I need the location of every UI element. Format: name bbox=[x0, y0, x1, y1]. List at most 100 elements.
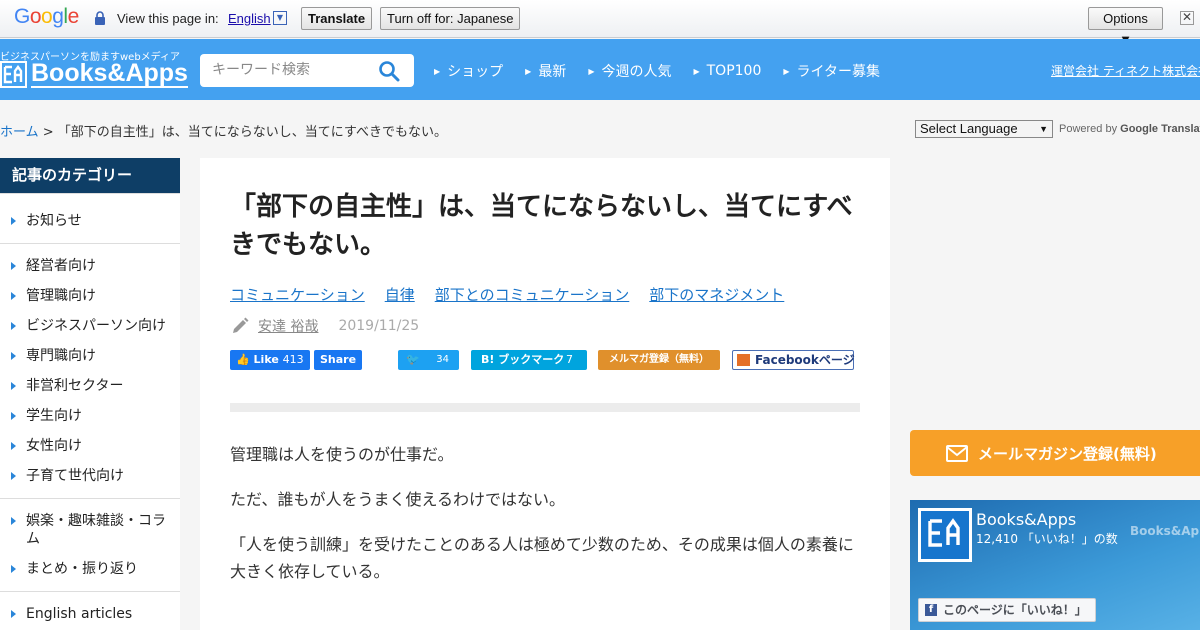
nav-item-shop[interactable]: ▶ ショップ bbox=[434, 61, 503, 81]
article-title: 「部下の自主性」は、当てにならないし、当てにすべきでもない。 bbox=[230, 192, 853, 260]
fb-cover-watermark: Books&Apps bbox=[1130, 524, 1200, 538]
lock-icon bbox=[95, 11, 105, 25]
article-meta: 安達 裕哉 2019/11/25 bbox=[230, 316, 419, 336]
translate-button[interactable]: Translate bbox=[301, 7, 373, 30]
search-input[interactable] bbox=[212, 54, 382, 85]
brand-name: Books&Apps bbox=[31, 59, 188, 88]
sidebar-item-business-persons[interactable]: ビジネスパーソン向け bbox=[0, 317, 180, 335]
caret-right-icon bbox=[11, 217, 16, 225]
divider bbox=[0, 243, 180, 244]
sidebar-item-nonprofit[interactable]: 非営利セクター bbox=[0, 377, 180, 395]
caret-right-icon bbox=[11, 262, 16, 270]
divider bbox=[0, 591, 180, 592]
flag-icon bbox=[737, 354, 750, 366]
article: 「部下の自主性」は、当てにならないし、当てにすべきでもない。 コミュニケーション… bbox=[200, 158, 890, 630]
sidebar-item-english[interactable]: English articles bbox=[0, 605, 180, 623]
options-button[interactable]: Options ▼ bbox=[1088, 7, 1163, 47]
caret-right-icon bbox=[11, 292, 16, 300]
site-header: ビジネスパーソンを励ますwebメディア Books&Apps ▶ショップ ▶最新… bbox=[0, 39, 1200, 100]
caret-right-icon bbox=[11, 565, 16, 573]
thumbs-up-icon: 👍 bbox=[236, 353, 250, 366]
sidebar-item-professionals[interactable]: 専門職向け bbox=[0, 347, 180, 365]
sidebar-item-students[interactable]: 学生向け bbox=[0, 407, 180, 425]
caret-right-icon: ▶ bbox=[783, 66, 790, 76]
breadcrumb-home-link[interactable]: ホーム bbox=[0, 125, 39, 140]
caret-right-icon: ▶ bbox=[525, 66, 532, 76]
twitter-button[interactable]: 🐦 34 bbox=[398, 350, 459, 370]
mail-icon bbox=[946, 444, 968, 462]
sidebar-item-summary[interactable]: まとめ・振り返り bbox=[0, 560, 180, 578]
article-paragraph: ただ、誰もが人をうまく使えるわけではない。 bbox=[230, 490, 566, 509]
divider bbox=[230, 403, 860, 412]
sidebar-item-parents[interactable]: 子育て世代向け bbox=[0, 467, 180, 485]
books-apps-logo-icon bbox=[921, 511, 969, 559]
publish-date: 2019/11/25 bbox=[338, 318, 420, 334]
fb-like-page-button[interactable]: f このページに「いいね！」 bbox=[918, 598, 1096, 622]
fb-like-count: 12,410 「いいね！」の数 bbox=[976, 532, 1118, 546]
nav-item-weekly-popular[interactable]: ▶ 今週の人気 bbox=[588, 61, 671, 81]
caret-right-icon bbox=[11, 412, 16, 420]
chevron-down-icon: ▼ bbox=[1039, 124, 1048, 134]
tag-link[interactable]: 部下のマネジメント bbox=[649, 284, 784, 305]
caret-right-icon bbox=[11, 517, 16, 525]
google-logo: Google bbox=[14, 5, 79, 28]
caret-right-icon bbox=[11, 322, 16, 330]
view-page-label: View this page in: bbox=[117, 11, 219, 26]
search-box bbox=[200, 54, 414, 87]
facebook-page-widget: Books&Apps 12,410 「いいね！」の数 Books&Apps fこ… bbox=[910, 500, 1200, 630]
breadcrumb-current: 「部下の自主性」は、当てにならないし、当てにすべきでもない。 bbox=[57, 125, 448, 140]
caret-right-icon: ▶ bbox=[588, 66, 595, 76]
sidebar-heading: 記事のカテゴリー bbox=[0, 158, 180, 193]
close-icon[interactable]: ✕ bbox=[1180, 11, 1194, 25]
tag-link[interactable]: 自律 bbox=[385, 284, 415, 305]
main-nav: ▶ ショップ ▶ 最新 ▶ 今週の人気 ▶ TOP100 ▶ ライター募集 bbox=[434, 61, 902, 81]
facebook-icon: f bbox=[925, 604, 937, 616]
sidebar-item-women[interactable]: 女性向け bbox=[0, 437, 180, 455]
language-select[interactable]: Select Language ▼ bbox=[915, 120, 1053, 138]
books-apps-logo-icon bbox=[0, 60, 27, 88]
powered-by-google: Powered by Google Translate bbox=[1059, 123, 1200, 135]
company-link[interactable]: 運営会社 ティネクト株式会社 bbox=[1051, 62, 1200, 79]
hatena-b-icon: B! bbox=[481, 353, 495, 366]
google-translate-bar: Google View this page in: English ▼ Tran… bbox=[0, 0, 1200, 47]
article-paragraph: 「人を使う訓練」を受けたことのある人は極めて少数のため、その成果は個人の素養に大… bbox=[230, 535, 854, 581]
caret-right-icon: ▶ bbox=[693, 66, 700, 76]
site-logo[interactable]: Books&Apps bbox=[0, 59, 188, 89]
divider bbox=[0, 193, 180, 194]
nav-item-writer-recruit[interactable]: ▶ ライター募集 bbox=[783, 61, 880, 81]
category-sidebar: 記事のカテゴリー お知らせ 経営者向け 管理職向け ビジネスパーソン向け 専門職… bbox=[0, 158, 180, 630]
turn-off-button[interactable]: Turn off for: Japanese bbox=[380, 7, 521, 30]
caret-right-icon bbox=[11, 610, 16, 618]
article-tags: コミュニケーション 自律 部下とのコミュニケーション 部下のマネジメント bbox=[230, 284, 804, 305]
sidebar-item-executives[interactable]: 経営者向け bbox=[0, 257, 180, 275]
sidebar-item-news[interactable]: お知らせ bbox=[0, 212, 180, 230]
sidebar-item-entertainment[interactable]: 娯楽・趣味雑談・コラム bbox=[0, 512, 170, 548]
language-dropdown-icon[interactable]: ▼ bbox=[273, 11, 287, 25]
caret-right-icon: ▶ bbox=[434, 66, 441, 76]
author-link[interactable]: 安達 裕哉 bbox=[258, 316, 318, 336]
facebook-share-button[interactable]: Share bbox=[314, 350, 362, 370]
facebook-page-button[interactable]: Facebookページ bbox=[732, 350, 855, 370]
divider bbox=[0, 498, 180, 499]
caret-right-icon bbox=[11, 352, 16, 360]
facebook-like-button[interactable]: 👍 Like 413 bbox=[230, 350, 310, 370]
pencil-icon bbox=[233, 317, 249, 333]
tag-link[interactable]: コミュニケーション bbox=[230, 284, 365, 305]
target-language-link[interactable]: English bbox=[228, 11, 271, 26]
breadcrumb: ホーム > 「部下の自主性」は、当てにならないし、当てにすべきでもない。 bbox=[0, 125, 448, 140]
nav-item-latest[interactable]: ▶ 最新 bbox=[525, 61, 566, 81]
hatena-bookmark-button[interactable]: B! ブックマーク 7 bbox=[471, 350, 587, 370]
article-paragraph: 管理職は人を使うのが仕事だ。 bbox=[230, 445, 454, 464]
twitter-bird-icon: 🐦 bbox=[406, 353, 420, 366]
search-icon[interactable] bbox=[378, 60, 400, 82]
caret-right-icon bbox=[11, 382, 16, 390]
nav-item-top100[interactable]: ▶ TOP100 bbox=[693, 61, 761, 81]
books-apps-avatar[interactable] bbox=[918, 508, 972, 562]
caret-right-icon bbox=[11, 472, 16, 480]
caret-right-icon bbox=[11, 442, 16, 450]
fb-page-name[interactable]: Books&Apps bbox=[976, 510, 1076, 529]
tag-link[interactable]: 部下とのコミュニケーション bbox=[435, 284, 630, 305]
sidebar-item-managers[interactable]: 管理職向け bbox=[0, 287, 180, 305]
newsletter-signup-button[interactable]: メールマガジン登録(無料) bbox=[910, 430, 1200, 476]
mailmag-signup-button[interactable]: メルマガ登録（無料） bbox=[598, 350, 720, 370]
